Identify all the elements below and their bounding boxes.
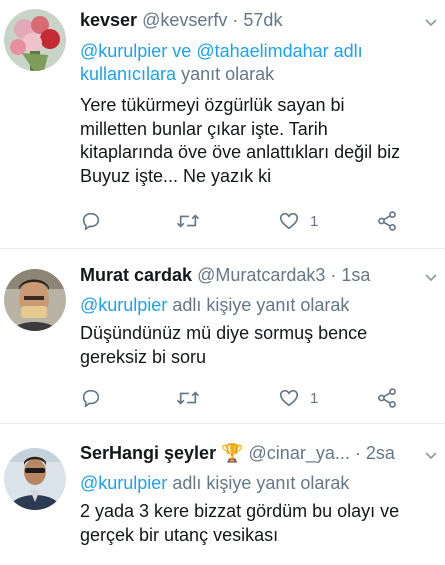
reply-button[interactable]: [80, 385, 102, 411]
chevron-down-icon[interactable]: [423, 447, 439, 463]
reply-context: @kurulpier adlı kişiye yanıt olarak: [80, 294, 349, 317]
tweet-2[interactable]: Murat cardak @Muratcardak3 · 1sa @kurulp…: [0, 249, 445, 423]
heart-icon: [279, 212, 299, 230]
tweet-text-line: milletten bunlar çıkar işte. Tarih: [80, 118, 328, 139]
author-handle[interactable]: @cinar_ya...: [249, 443, 350, 463]
action-bar: 1: [80, 208, 410, 234]
reply-mentions[interactable]: @kurulpier: [80, 295, 167, 315]
retweet-icon: [176, 214, 200, 228]
tweet-3[interactable]: SerHangi şeyler 🏆 @cinar_ya... · 2sa @ku…: [0, 424, 445, 565]
reply-context: @kurulpier ve @tahaelimdahar adlı kullan…: [80, 40, 430, 86]
like-button[interactable]: 1: [278, 208, 318, 234]
chevron-down-icon[interactable]: [423, 269, 439, 285]
heart-icon: [279, 389, 299, 407]
tweet-text-line: Buyuz işte... Ne yazık ki: [80, 165, 272, 186]
retweet-icon: [176, 391, 200, 405]
like-count: 1: [310, 389, 319, 407]
tweet-text: 2 yada 3 kere bizzat gördüm bu olayı ve …: [80, 500, 430, 547]
tweet-text-line: Yere tükürmeyi özgürlük sayan bi: [80, 95, 345, 115]
tweet-text-line: 2 yada 3 kere bizzat gördüm bu olayı ve: [80, 501, 400, 521]
tweet-text-line: gerçek bir utanç vesikası: [80, 524, 279, 545]
trophy-icon: 🏆: [221, 443, 244, 463]
reply-icon: [82, 389, 100, 408]
author-handle[interactable]: @kevserfv: [142, 10, 227, 30]
like-button[interactable]: 1: [278, 385, 318, 411]
reply-suffix: yanıt olarak: [181, 64, 275, 84]
timestamp[interactable]: 2sa: [366, 443, 395, 463]
separator: ·: [354, 443, 361, 463]
avatar[interactable]: [4, 269, 66, 331]
author-name[interactable]: kevser: [80, 10, 137, 30]
tweet-text-line: Düşündünüz mü diye sormuş bence: [80, 323, 368, 343]
reply-button[interactable]: [80, 208, 102, 234]
author-name[interactable]: Murat cardak: [80, 265, 192, 285]
share-button[interactable]: [376, 208, 398, 234]
reply-context: @kurulpier adlı kişiye yanıt olarak: [80, 472, 349, 495]
avatar[interactable]: [4, 448, 66, 510]
like-count: 1: [310, 212, 319, 230]
share-icon: [378, 388, 396, 408]
timestamp[interactable]: 1sa: [341, 265, 370, 285]
share-icon: [378, 211, 396, 231]
share-button[interactable]: [376, 385, 398, 411]
reply-suffix: adlı kişiye yanıt olarak: [172, 295, 350, 315]
retweet-button[interactable]: [176, 385, 200, 411]
avatar[interactable]: [4, 9, 66, 71]
separator: ·: [232, 10, 239, 30]
tweet-text: Düşündünüz mü diye sormuş bence gereksiz…: [80, 322, 430, 369]
tweet-text: Yere tükürmeyi özgürlük sayan bi millett…: [80, 94, 430, 188]
reply-icon: [82, 212, 100, 231]
retweet-button[interactable]: [176, 208, 200, 234]
action-bar: 1: [80, 385, 410, 411]
timestamp[interactable]: 57dk: [243, 10, 282, 30]
reply-suffix: adlı kişiye yanıt olarak: [172, 473, 350, 493]
tweet-text-line: kitaplarında öve öve anlattıkları değil …: [80, 142, 401, 162]
chevron-down-icon[interactable]: [423, 14, 439, 30]
tweet-1[interactable]: kevser @kevserfv · 57dk @kurulpier ve @t…: [0, 0, 445, 248]
reply-mentions[interactable]: @kurulpier: [80, 473, 167, 493]
tweet-text-line: gereksiz bi soru: [80, 346, 207, 367]
author-name[interactable]: SerHangi şeyler: [80, 443, 216, 463]
separator: ·: [330, 265, 337, 285]
author-handle[interactable]: @Muratcardak3: [197, 265, 325, 285]
